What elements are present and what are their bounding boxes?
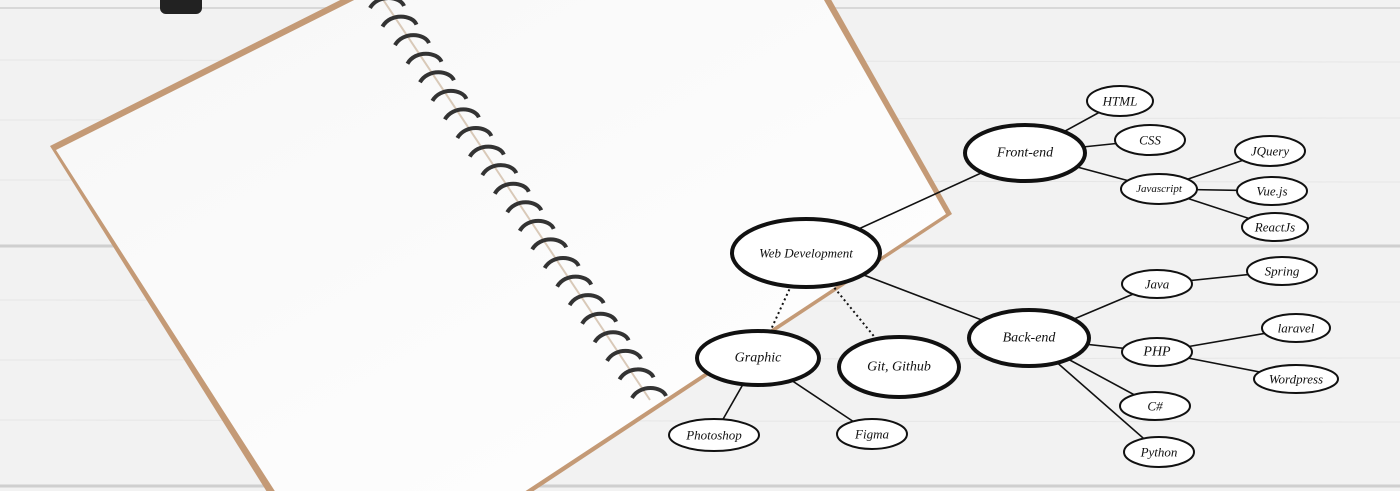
node-label: Graphic xyxy=(735,351,782,366)
node-figma: Figma xyxy=(836,418,908,450)
node-label: Python xyxy=(1140,445,1178,460)
mind-map-scene: Web Development Front-end HTML CSS Javascrip… xyxy=(0,0,1400,491)
node-label: Java xyxy=(1145,277,1170,292)
node-web: Web Development xyxy=(730,217,882,289)
node-label: PHP xyxy=(1142,345,1171,360)
node-label: C# xyxy=(1147,399,1163,414)
node-label: Figma xyxy=(854,427,889,442)
node-label: Photoshop xyxy=(685,428,742,443)
node-js: Javascript xyxy=(1120,173,1198,205)
node-laravel: laravel xyxy=(1261,313,1331,343)
node-java: Java xyxy=(1121,269,1193,299)
node-wordpress: Wordpress xyxy=(1253,364,1339,394)
node-jquery: JQuery xyxy=(1234,135,1306,167)
node-label: ReactJs xyxy=(1254,220,1295,235)
node-label: JQuery xyxy=(1251,144,1289,159)
node-label: Back-end xyxy=(1003,331,1057,346)
node-git: Git, Github xyxy=(837,335,961,399)
node-css: CSS xyxy=(1114,124,1186,156)
pen xyxy=(160,0,202,14)
node-photoshop: Photoshop xyxy=(668,418,760,452)
node-html: HTML xyxy=(1086,85,1154,117)
node-react: ReactJs xyxy=(1241,212,1309,242)
node-php: PHP xyxy=(1121,337,1193,367)
node-csharp: C# xyxy=(1119,391,1191,421)
node-graphic: Graphic xyxy=(695,329,821,387)
node-back: Back-end xyxy=(967,308,1091,368)
mind-map-svg: Web Development Front-end HTML CSS Javascrip… xyxy=(0,0,1400,491)
node-front: Front-end xyxy=(963,123,1087,183)
node-label: Web Development xyxy=(759,246,853,261)
node-vue: Vue.js xyxy=(1236,176,1308,206)
node-spring: Spring xyxy=(1246,256,1318,286)
node-label: Front-end xyxy=(996,146,1054,161)
node-label: Git, Github xyxy=(867,360,931,375)
node-label: laravel xyxy=(1278,321,1315,336)
node-python: Python xyxy=(1123,436,1195,468)
node-label: Javascript xyxy=(1136,183,1183,195)
node-label: Wordpress xyxy=(1269,372,1323,387)
node-label: Spring xyxy=(1265,264,1300,279)
node-label: Vue.js xyxy=(1256,184,1287,199)
node-label: HTML xyxy=(1102,94,1138,109)
node-label: CSS xyxy=(1139,133,1161,148)
